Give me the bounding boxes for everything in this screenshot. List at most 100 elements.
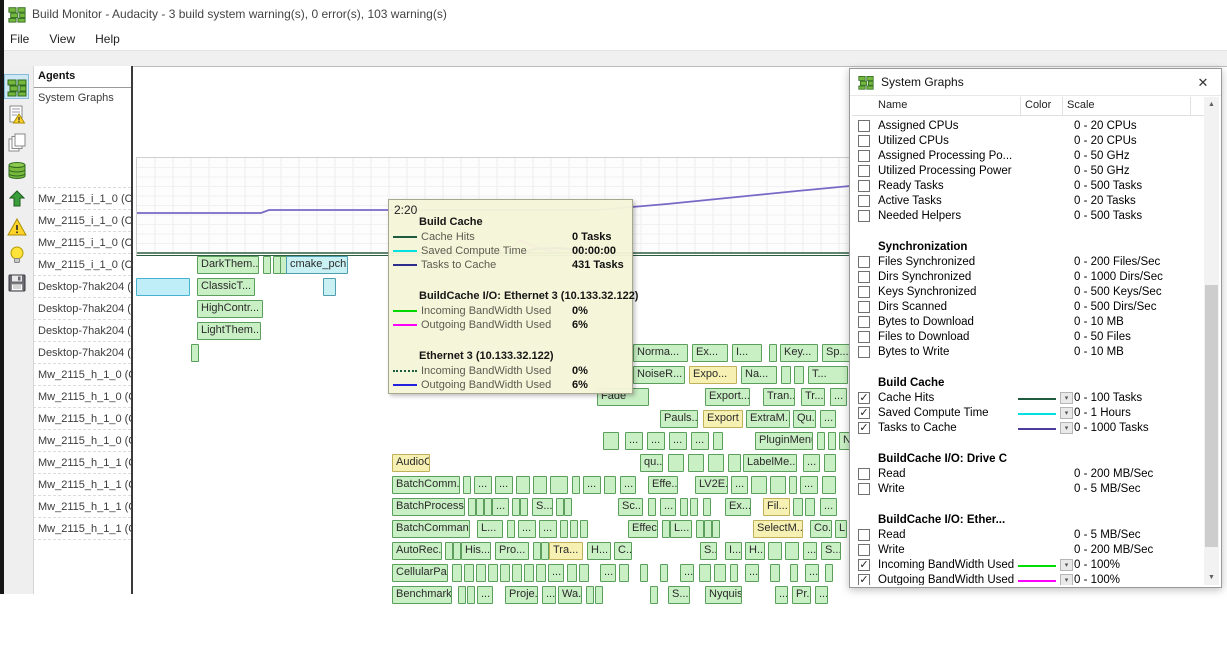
task-bar[interactable] xyxy=(560,520,568,538)
task-bar[interactable]: BatchCommands xyxy=(392,520,470,538)
checkbox[interactable] xyxy=(858,150,870,162)
checkbox[interactable] xyxy=(858,544,870,556)
task-bar[interactable]: ... xyxy=(805,564,819,582)
agent-row[interactable]: Mw_2115_i_1_0 (Co xyxy=(33,232,131,254)
task-bar[interactable]: I... xyxy=(732,344,762,362)
task-bar[interactable]: ... xyxy=(731,476,748,494)
task-bar[interactable] xyxy=(323,278,336,296)
task-bar[interactable] xyxy=(603,432,619,450)
task-bar[interactable]: L xyxy=(835,520,847,538)
task-bar[interactable]: Benchmark xyxy=(392,586,452,604)
checkbox[interactable]: ✓ xyxy=(858,574,870,585)
task-bar[interactable]: CellularPa... xyxy=(392,564,448,582)
checkbox[interactable] xyxy=(858,195,870,207)
agent-row[interactable]: Mw_2115_h_1_1 (C xyxy=(33,452,131,474)
checkbox[interactable] xyxy=(858,331,870,343)
task-bar[interactable]: Fil... xyxy=(763,498,790,516)
task-bar[interactable]: ... xyxy=(669,432,687,450)
agent-row[interactable]: Mw_2115_h_1_1 (C xyxy=(33,474,131,496)
graph-option-row[interactable]: Utilized CPUs0 - 20 CPUs xyxy=(852,134,1204,149)
task-bar[interactable]: I... xyxy=(725,542,742,560)
task-bar[interactable]: ... xyxy=(600,564,616,582)
task-bar[interactable] xyxy=(805,498,815,516)
task-bar[interactable]: S... xyxy=(532,498,553,516)
graph-option-row[interactable]: Bytes to Write0 - 10 MB xyxy=(852,345,1204,360)
agent-row[interactable]: Mw_2115_h_1_0 (C xyxy=(33,386,131,408)
task-bar[interactable]: LV2E... xyxy=(695,476,728,494)
checkbox[interactable] xyxy=(858,529,870,541)
task-bar[interactable]: ... xyxy=(815,586,828,604)
task-bar[interactable] xyxy=(468,498,476,516)
task-bar[interactable] xyxy=(484,498,492,516)
task-bar[interactable] xyxy=(536,564,546,582)
task-bar[interactable]: ... xyxy=(477,586,493,604)
task-bar[interactable]: ... xyxy=(583,476,601,494)
task-bar[interactable] xyxy=(263,256,271,274)
task-bar[interactable]: ... xyxy=(518,520,536,538)
task-bar[interactable] xyxy=(516,476,530,494)
task-bar[interactable] xyxy=(640,564,648,582)
checkbox[interactable]: ✓ xyxy=(858,407,870,419)
task-bar[interactable]: ... xyxy=(647,432,665,450)
task-bar[interactable] xyxy=(696,520,704,538)
task-bar[interactable] xyxy=(476,498,484,516)
scrollbar-thumb[interactable] xyxy=(1205,285,1218,547)
graph-option-row[interactable]: Assigned CPUs0 - 20 CPUs xyxy=(852,119,1204,134)
task-bar[interactable]: Wa... xyxy=(558,586,582,604)
task-bar[interactable]: SelectM... xyxy=(753,520,803,538)
task-bar[interactable]: BatchComm... xyxy=(392,476,460,494)
graph-option-row[interactable]: ✓Incoming BandWidth Used▾0 - 100% xyxy=(852,558,1204,573)
task-bar[interactable]: ... xyxy=(803,542,817,560)
graph-option-row[interactable]: Dirs Scanned0 - 500 Dirs/Sec xyxy=(852,300,1204,315)
task-bar[interactable] xyxy=(463,476,471,494)
task-bar[interactable]: qu... xyxy=(640,454,663,472)
task-bar[interactable]: Qu... xyxy=(793,410,816,428)
close-icon[interactable]: ✕ xyxy=(1185,70,1221,95)
task-bar[interactable]: Nyquist xyxy=(705,586,742,604)
task-bar[interactable] xyxy=(703,498,711,516)
task-bar[interactable]: ExtraM... xyxy=(746,410,790,428)
agent-row[interactable]: Desktop-7hak204 (C xyxy=(33,320,131,342)
task-bar[interactable]: BatchProcess... xyxy=(392,498,465,516)
task-bar[interactable] xyxy=(704,520,712,538)
agent-row[interactable]: Desktop-7hak204 (C xyxy=(33,276,131,298)
checkbox[interactable] xyxy=(858,165,870,177)
task-bar[interactable]: ... xyxy=(474,476,492,494)
task-bar[interactable] xyxy=(770,476,786,494)
task-bar[interactable]: His... xyxy=(461,542,491,560)
checkbox[interactable] xyxy=(858,483,870,495)
build-progress-icon[interactable] xyxy=(4,74,29,99)
agent-row[interactable]: Desktop-7hak204 (C xyxy=(33,342,131,364)
task-bar[interactable]: ... xyxy=(691,432,709,450)
task-bar[interactable]: Export xyxy=(703,410,743,428)
task-bar[interactable] xyxy=(488,564,498,582)
task-bar[interactable] xyxy=(714,564,726,582)
color-dropdown-icon[interactable]: ▾ xyxy=(1060,422,1073,434)
color-dropdown-icon[interactable]: ▾ xyxy=(1060,407,1073,419)
task-bar[interactable] xyxy=(556,498,564,516)
task-bar[interactable] xyxy=(828,432,836,450)
task-bar[interactable]: Effect xyxy=(628,520,658,538)
checkbox[interactable]: ✓ xyxy=(858,559,870,571)
checkbox[interactable] xyxy=(858,301,870,313)
task-bar[interactable]: cmake_pch xyxy=(286,256,348,274)
task-bar[interactable] xyxy=(824,454,836,472)
task-bar[interactable] xyxy=(512,564,522,582)
graph-option-row[interactable]: Needed Helpers0 - 500 Tasks xyxy=(852,209,1204,224)
task-bar[interactable] xyxy=(476,564,486,582)
task-bar[interactable]: Key... xyxy=(780,344,818,362)
task-bar[interactable] xyxy=(572,476,580,494)
color-dropdown-icon[interactable]: ▾ xyxy=(1060,559,1073,571)
task-bar[interactable] xyxy=(453,542,461,560)
task-bar[interactable] xyxy=(680,498,688,516)
task-bar[interactable]: ... xyxy=(800,476,818,494)
checkbox[interactable] xyxy=(858,316,870,328)
task-bar[interactable]: Co... xyxy=(810,520,832,538)
checkbox[interactable] xyxy=(858,256,870,268)
checkbox[interactable] xyxy=(858,271,870,283)
graph-option-row[interactable]: Ready Tasks0 - 500 Tasks xyxy=(852,179,1204,194)
graph-option-row[interactable]: Assigned Processing Po...0 - 50 GHz xyxy=(852,149,1204,164)
graph-option-row[interactable]: Dirs Synchronized0 - 1000 Dirs/Sec xyxy=(852,270,1204,285)
task-bar[interactable] xyxy=(467,586,475,604)
task-bar[interactable]: Pauls... xyxy=(660,410,698,428)
